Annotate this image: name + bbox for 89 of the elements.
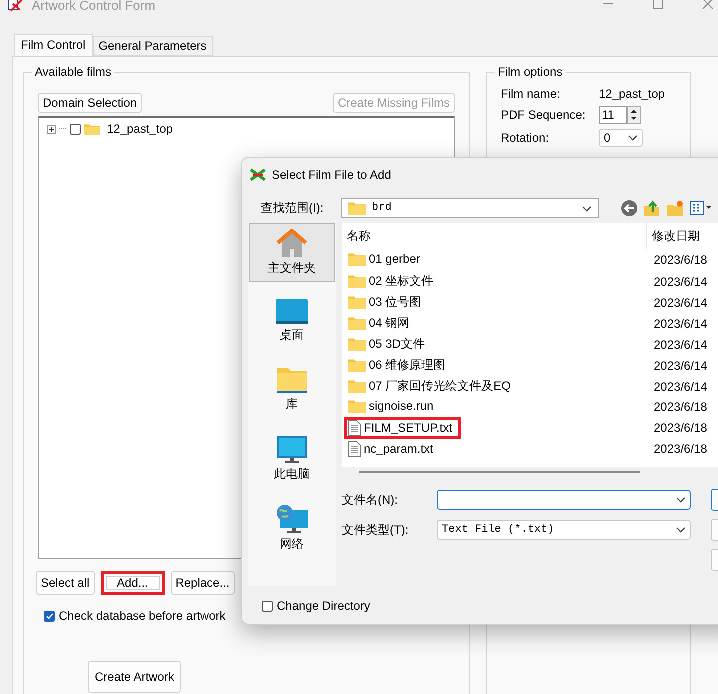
domain-selection-button[interactable]: Domain Selection bbox=[38, 93, 142, 113]
film-name-value: 12_past_top bbox=[599, 87, 666, 101]
file-name[interactable]: 02 坐标文件 bbox=[344, 270, 443, 293]
file-name[interactable]: FILM_SETUP.txt bbox=[344, 417, 462, 439]
chevron-down-icon bbox=[676, 497, 686, 503]
folder-icon bbox=[348, 200, 366, 216]
network-computer-icon bbox=[276, 504, 308, 534]
look-in-combo[interactable]: brd bbox=[341, 198, 599, 218]
scrollbar[interactable] bbox=[359, 471, 640, 473]
file-date: 2023/6/18 bbox=[653, 421, 708, 435]
up-folder-icon[interactable] bbox=[644, 200, 661, 216]
look-in-label: 查找范围(I): bbox=[261, 200, 325, 216]
tree-item-label[interactable]: 12_past_top bbox=[107, 122, 174, 136]
file-name[interactable]: 01 gerber bbox=[344, 249, 430, 270]
file-date: 2023/6/18 bbox=[653, 442, 708, 456]
chevron-down-icon bbox=[628, 135, 638, 141]
pdf-sequence-spinner[interactable]: 11 bbox=[599, 106, 627, 124]
app-icon bbox=[8, 0, 24, 12]
file-name[interactable]: 07 厂家回传光绘文件及EQ bbox=[344, 375, 520, 398]
file-date: 2023/6/14 bbox=[653, 274, 708, 288]
file-name[interactable]: signoise.run bbox=[344, 396, 443, 417]
file-date: 2023/6/14 bbox=[653, 338, 708, 352]
file-date: 2023/6/18 bbox=[653, 400, 708, 414]
checkbox[interactable] bbox=[44, 610, 55, 622]
chevron-down-icon bbox=[582, 206, 592, 212]
place-item[interactable]: 网络 bbox=[249, 499, 335, 558]
maximize-icon[interactable] bbox=[652, 0, 664, 10]
action-button[interactable]: Add... bbox=[100, 571, 165, 595]
folder-icon bbox=[277, 368, 307, 394]
folder-icon bbox=[348, 337, 366, 352]
group-title: Film options bbox=[497, 65, 564, 79]
folder-icon bbox=[348, 358, 366, 373]
dotted-line bbox=[59, 128, 67, 130]
file-date: 2023/6/14 bbox=[653, 316, 708, 330]
group-title: Available films bbox=[34, 65, 112, 79]
file-name[interactable]: 04 钢网 bbox=[344, 312, 419, 335]
checkbox-label: Change Directory bbox=[277, 599, 370, 613]
field-label: PDF Sequence: bbox=[501, 108, 587, 122]
file-date: 2023/6/14 bbox=[653, 296, 708, 310]
view-menu-icon[interactable] bbox=[690, 201, 712, 215]
column-header[interactable]: 名称 bbox=[342, 223, 647, 249]
field-label: Film name: bbox=[501, 87, 562, 101]
tab[interactable]: Film Control bbox=[14, 34, 93, 56]
action-button[interactable]: Replace... bbox=[170, 571, 235, 595]
column-header[interactable]: 修改日期 bbox=[647, 223, 718, 249]
folder-icon bbox=[348, 379, 366, 394]
file-type-label: 文件类型(T): bbox=[342, 522, 410, 538]
chevron-down-icon bbox=[676, 527, 686, 533]
folder-icon bbox=[348, 316, 366, 331]
file-date: 2023/6/18 bbox=[653, 252, 708, 266]
folder-icon bbox=[348, 399, 366, 414]
file-type-select[interactable]: Text File (*.txt) bbox=[437, 520, 691, 540]
home-icon bbox=[276, 228, 308, 258]
folder-icon bbox=[348, 252, 366, 267]
field-label: Rotation: bbox=[501, 131, 550, 145]
tab[interactable]: General Parameters bbox=[92, 36, 213, 56]
folder-icon bbox=[348, 295, 366, 310]
document-icon bbox=[348, 441, 361, 457]
monitor-icon bbox=[276, 299, 308, 325]
back-icon[interactable] bbox=[621, 200, 638, 216]
place-item[interactable]: 主文件夹 bbox=[249, 223, 335, 282]
file-name[interactable]: 06 维修原理图 bbox=[344, 354, 455, 377]
file-name[interactable]: nc_param.txt bbox=[344, 438, 442, 460]
checkbox[interactable] bbox=[70, 124, 81, 134]
window-title: Artwork Control Form bbox=[32, 0, 156, 14]
create-artwork-button[interactable]: Create Artwork bbox=[88, 661, 182, 693]
file-name-label: 文件名(N): bbox=[342, 492, 399, 508]
file-date: 2023/6/14 bbox=[653, 380, 708, 394]
place-item[interactable]: 此电脑 bbox=[249, 430, 335, 489]
file-name-field[interactable] bbox=[437, 490, 691, 510]
file-name[interactable]: 05 3D文件 bbox=[344, 333, 434, 356]
spinner-arrows-icon[interactable] bbox=[627, 106, 641, 124]
file-name[interactable]: 03 位号图 bbox=[344, 291, 431, 314]
checkbox-label: Check database before artwork bbox=[59, 609, 226, 623]
document-icon bbox=[348, 420, 361, 436]
place-item[interactable]: 库 bbox=[249, 361, 335, 420]
app-icon bbox=[250, 168, 266, 182]
new-folder-icon[interactable] bbox=[667, 200, 684, 216]
checkbox[interactable] bbox=[262, 600, 273, 612]
folder-icon bbox=[84, 122, 100, 136]
computer-icon bbox=[277, 436, 307, 464]
rotation-select[interactable]: 0 bbox=[599, 129, 643, 147]
dialog-title: Select Film File to Add bbox=[272, 168, 392, 182]
expand-icon[interactable] bbox=[47, 124, 56, 134]
file-date: 2023/6/14 bbox=[653, 358, 708, 372]
place-item[interactable]: 桌面 bbox=[249, 292, 335, 351]
close-icon[interactable] bbox=[702, 0, 714, 10]
folder-icon bbox=[348, 274, 366, 289]
action-button[interactable]: Select all bbox=[36, 571, 95, 595]
